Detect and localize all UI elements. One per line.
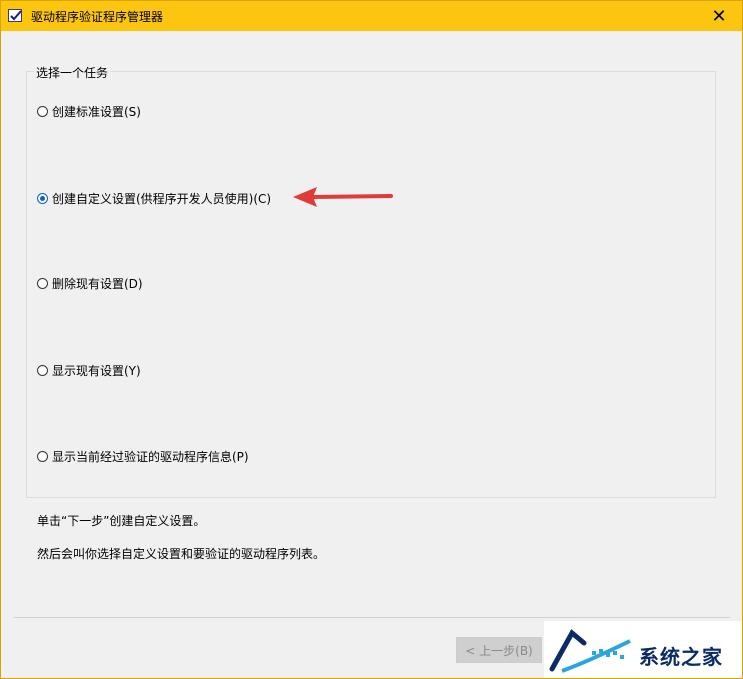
app-checkmark-icon [8,9,22,22]
option-label: 显示当前经过验证的驱动程序信息(P) [52,450,249,464]
driver-verifier-window: 驱动程序验证程序管理器 ✕ 选择一个任务 创建标准设置(S) 创建自定义设置(供… [0,0,743,679]
option-display-verified-info[interactable]: 显示当前经过验证的驱动程序信息(P) [37,448,249,465]
option-display-existing[interactable]: 显示现有设置(Y) [37,362,141,379]
radio-create-standard[interactable] [37,106,48,117]
radio-display-verified-info[interactable] [37,451,48,462]
option-create-custom[interactable]: 创建自定义设置(供程序开发人员使用)(C) [37,190,271,207]
house-logo-icon [549,629,631,673]
radio-delete-existing[interactable] [37,278,48,289]
watermark-text: 系统之家 [639,645,723,669]
site-watermark: 系统之家 [544,621,742,678]
back-button[interactable]: < 上一步(B) [456,637,542,663]
radio-create-custom[interactable] [37,193,48,204]
window-title: 驱动程序验证程序管理器 [31,10,164,24]
option-label: 创建标准设置(S) [52,105,141,119]
option-create-standard[interactable]: 创建标准设置(S) [37,103,141,120]
annotation-arrow-icon [293,187,393,207]
option-label: 显示现有设置(Y) [52,364,141,378]
close-icon[interactable]: ✕ [696,1,742,31]
option-label: 创建自定义设置(供程序开发人员使用)(C) [52,192,272,206]
hint-line-1: 单击“下一步”创建自定义设置。 [37,514,206,528]
option-label: 删除现有设置(D) [52,277,143,291]
hint-line-2: 然后会叫你选择自定义设置和要验证的驱动程序列表。 [37,547,326,561]
radio-display-existing[interactable] [37,365,48,376]
option-delete-existing[interactable]: 删除现有设置(D) [37,275,143,292]
button-separator [14,617,730,618]
title-bar[interactable]: 驱动程序验证程序管理器 ✕ [1,1,742,31]
task-group-label: 选择一个任务 [34,64,111,81]
